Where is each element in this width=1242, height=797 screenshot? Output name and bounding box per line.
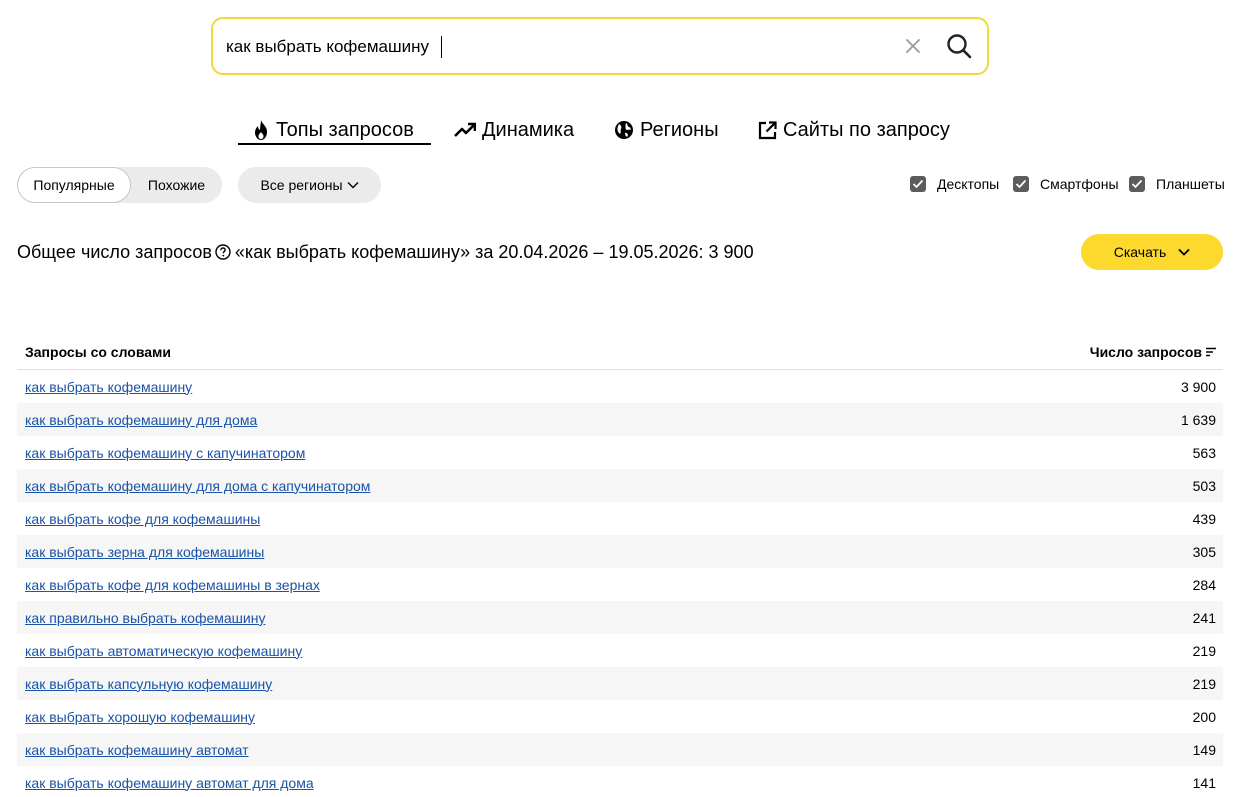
tab-label: Сайты по запросу <box>783 118 950 141</box>
query-link[interactable]: как выбрать кофемашину автомат для дома <box>25 775 314 791</box>
query-count: 241 <box>1192 609 1216 626</box>
download-button[interactable]: Скачать <box>1081 234 1223 270</box>
trend-up-icon <box>454 122 476 137</box>
desktop-label: Десктопы <box>937 176 1000 192</box>
col-count-header[interactable]: Число запросов <box>1090 344 1216 360</box>
query-count: 284 <box>1192 576 1216 593</box>
query-type-switch: Популярные Похожие <box>17 167 222 203</box>
table-row: как выбрать зерна для кофемашины 305 <box>17 535 1223 568</box>
device-desktop[interactable]: Десктопы <box>910 174 999 194</box>
query-count: 563 <box>1192 444 1216 461</box>
similar-label: Похожие <box>147 177 206 193</box>
query-count: 305 <box>1192 543 1216 560</box>
device-smartphone[interactable]: Смартфоны <box>1013 174 1119 194</box>
table-row: как выбрать автоматическую кофемашину 219 <box>17 634 1223 667</box>
table-header: Запросы со словами Число запросов <box>17 335 1223 370</box>
smartphone-label: Смартфоны <box>1040 176 1119 192</box>
table-row: как выбрать кофемашину для дома 1 639 <box>17 403 1223 436</box>
similar-toggle[interactable]: Похожие <box>131 167 222 203</box>
globe-icon <box>615 121 633 139</box>
search-icon <box>947 34 972 59</box>
device-tablet[interactable]: Планшеты <box>1129 174 1225 194</box>
query-link[interactable]: как выбрать кофемашину с капучинатором <box>25 445 305 461</box>
query-link[interactable]: как выбрать кофемашину для дома с капучи… <box>25 478 370 494</box>
fire-icon <box>255 120 267 140</box>
external-link-icon <box>758 120 777 139</box>
query-count: 219 <box>1192 642 1216 659</box>
table-row: как выбрать кофемашину для дома с капучи… <box>17 469 1223 502</box>
tab-label: Динамика <box>482 118 575 141</box>
check-icon <box>912 179 924 189</box>
query-link[interactable]: как выбрать кофе для кофемашины в зернах <box>25 577 320 593</box>
query-count: 3 900 <box>1180 378 1216 395</box>
query-count: 503 <box>1192 477 1216 494</box>
tablet-checkbox[interactable] <box>1129 176 1145 192</box>
close-icon <box>906 39 920 53</box>
table-row: как выбрать хорошую кофемашину 200 <box>17 700 1223 733</box>
query-count: 200 <box>1192 708 1216 725</box>
tab-dynamics[interactable]: Динамика <box>454 114 574 146</box>
query-count: 141 <box>1192 774 1216 791</box>
search-input[interactable] <box>226 33 886 61</box>
table-row: как выбрать кофемашину с капучинатором 56… <box>17 436 1223 469</box>
query-count: 219 <box>1192 675 1216 692</box>
smartphone-checkbox[interactable] <box>1013 176 1029 192</box>
check-icon <box>1015 179 1027 189</box>
popular-label: Популярные <box>33 177 115 193</box>
table-row: как выбрать кофемашину автомат 149 <box>17 733 1223 766</box>
table-row: как правильно выбрать кофемашину 241 <box>17 601 1223 634</box>
query-count: 149 <box>1192 741 1216 758</box>
tab-regions[interactable]: Регионы <box>614 114 719 146</box>
query-link[interactable]: как выбрать кофемашину <box>25 379 192 395</box>
popular-toggle[interactable]: Популярные <box>17 167 131 203</box>
help-icon[interactable] <box>215 244 231 260</box>
table-row: как выбрать кофемашину 3 900 <box>17 370 1223 403</box>
tab-sites[interactable]: Сайты по запросу <box>758 114 950 146</box>
report-tabs: Топы запросов Динамика Регионы Сайты по … <box>0 114 1242 150</box>
queries-table: Запросы со словами Число запросов как вы… <box>17 335 1223 797</box>
tablet-label: Планшеты <box>1156 176 1225 192</box>
query-count: 1 639 <box>1180 411 1216 428</box>
sort-icon <box>1206 347 1216 357</box>
col-query-header: Запросы со словами <box>25 344 172 360</box>
query-count: 439 <box>1192 510 1216 527</box>
search-box <box>211 17 989 75</box>
query-link[interactable]: как выбрать капсульную кофемашину <box>25 676 272 692</box>
tab-label: Топы запросов <box>276 118 414 141</box>
query-link[interactable]: как выбрать кофе для кофемашины <box>25 511 260 527</box>
table-row: как выбрать капсульную кофемашину 219 <box>17 667 1223 700</box>
clear-search-button[interactable] <box>892 28 934 64</box>
query-link[interactable]: как выбрать кофемашину для дома <box>25 412 257 428</box>
active-tab-underline <box>238 143 431 145</box>
query-link[interactable]: как выбрать хорошую кофемашину <box>25 709 255 725</box>
table-row: как выбрать кофе для кофемашины в зернах… <box>17 568 1223 601</box>
summary-text: «как выбрать кофемашину» за 20.04.2026 –… <box>234 241 754 262</box>
table-row: как выбрать кофемашину автомат для дома 1… <box>17 766 1223 797</box>
check-icon <box>1131 179 1143 189</box>
search-button[interactable] <box>938 24 980 68</box>
region-dropdown[interactable]: Все регионы <box>238 167 381 203</box>
table-body: как выбрать кофемашину 3 900 как выбрать к… <box>17 370 1223 797</box>
col-count-label: Число запросов <box>1089 344 1202 360</box>
tab-top-queries[interactable]: Топы запросов <box>252 114 414 146</box>
query-link[interactable]: как выбрать автоматическую кофемашину <box>25 643 302 659</box>
chevron-down-icon <box>1178 248 1190 256</box>
download-label: Скачать <box>1113 244 1167 260</box>
text-caret <box>441 36 442 58</box>
summary-prefix: Общее число запросов <box>17 241 212 262</box>
query-link[interactable]: как выбрать зерна для кофемашины <box>25 544 264 560</box>
summary-line: Общее число запросов «как выбрать кофема… <box>17 240 754 264</box>
table-row: как выбрать кофе для кофемашины 439 <box>17 502 1223 535</box>
query-link[interactable]: как правильно выбрать кофемашину <box>25 610 265 626</box>
chevron-down-icon <box>347 182 359 189</box>
desktop-checkbox[interactable] <box>910 176 926 192</box>
region-label: Все регионы <box>260 177 343 193</box>
tab-label: Регионы <box>640 118 719 141</box>
query-link[interactable]: как выбрать кофемашину автомат <box>25 742 249 758</box>
